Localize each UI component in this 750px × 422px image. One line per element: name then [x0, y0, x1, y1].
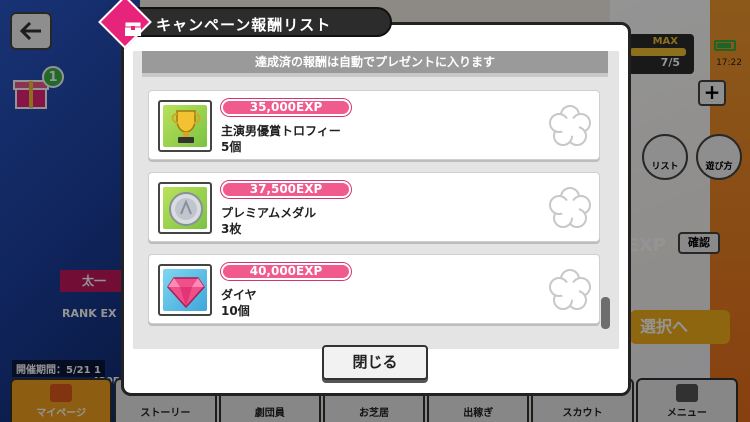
exp-requirement: 35,000EXP [221, 99, 351, 116]
exp-requirement: 37,500EXP [221, 181, 351, 198]
reward-quantity: 5個 [221, 140, 242, 154]
reward-row: 40,000EXP ダイヤ 10個 [148, 254, 600, 324]
reward-thumb [158, 182, 212, 234]
modal-title-tab: キャンペーン報酬リスト [98, 0, 392, 49]
reward-name: ダイヤ [221, 288, 257, 302]
trophy-icon [171, 110, 201, 143]
close-button[interactable]: 閉じる [322, 345, 428, 380]
reward-row: 35,000EXP 主演男優賞トロフィー 5個 [148, 90, 600, 160]
reward-thumb [158, 100, 212, 152]
scrollbar-thumb[interactable] [601, 297, 610, 329]
reward-list[interactable]: 35,000EXP 主演男優賞トロフィー 5個 37,500EXP プレミアムメ… [148, 80, 600, 328]
treasure-box-icon [115, 11, 151, 47]
reward-name: 主演男優賞トロフィー [221, 124, 341, 138]
reward-row: 37,500EXP プレミアムメダル 3枚 [148, 172, 600, 242]
achievement-flower-icon [549, 187, 591, 228]
reward-name: プレミアムメダル [221, 206, 317, 220]
reward-quantity: 3枚 [221, 222, 242, 236]
exp-requirement: 40,000EXP [221, 263, 351, 280]
achievement-flower-icon [549, 269, 591, 310]
medal-icon [169, 192, 203, 226]
scrollbar-track[interactable] [603, 78, 611, 328]
modal-title: キャンペーン報酬リスト [156, 16, 332, 34]
achievement-flower-icon [549, 105, 591, 146]
reward-quantity: 10個 [221, 304, 250, 318]
notice-bar: 達成済の報酬は自動でプレゼントに入ります [142, 51, 608, 77]
reward-thumb [158, 264, 212, 316]
diamond-icon [167, 277, 205, 309]
